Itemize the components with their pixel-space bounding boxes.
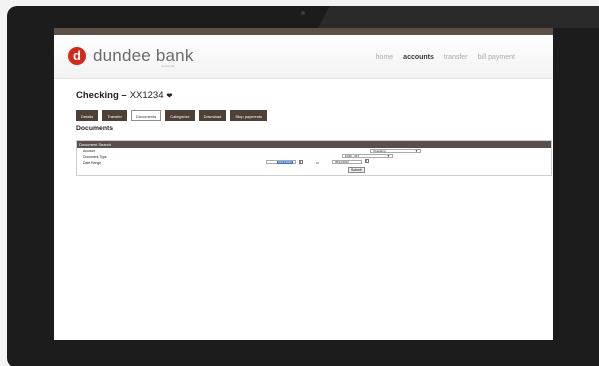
- main-content: Checking – XX1234 ❤ Details Transfer Doc…: [54, 90, 553, 176]
- account-select-value: Checking: [373, 149, 386, 153]
- calendar-icon[interactable]: [299, 160, 303, 164]
- account-select[interactable]: Checking ▼: [370, 149, 421, 153]
- nav-accounts[interactable]: accounts: [403, 54, 434, 61]
- brand-name[interactable]: dundee bank: [93, 46, 194, 66]
- screen-glare: [318, 6, 599, 28]
- date-to-input[interactable]: 05/11/2020: [332, 160, 362, 164]
- account-tabs: Details Transfer Documents Categorize Do…: [76, 110, 531, 121]
- tab-categorize[interactable]: Categorize: [165, 110, 195, 121]
- submit-button[interactable]: Submit: [348, 167, 365, 173]
- chevron-down-icon[interactable]: ❤: [167, 92, 173, 100]
- tab-transfer[interactable]: Transfer: [102, 110, 127, 121]
- document-type-select[interactable]: 1099 - INT ▼: [342, 154, 393, 158]
- main-nav: home accounts transfer bill payment: [376, 54, 515, 61]
- document-search-header: Document Search: [77, 141, 551, 148]
- date-from-input[interactable]: 04/11/2020: [266, 160, 296, 164]
- select-arrow-icon: ▼: [387, 154, 390, 158]
- nav-home[interactable]: home: [376, 54, 394, 61]
- nav-bill-payment[interactable]: bill payment: [478, 54, 515, 61]
- top-strip: [54, 28, 553, 35]
- select-arrow-icon: ▼: [415, 149, 418, 153]
- account-label: Account: [83, 149, 96, 153]
- tab-details[interactable]: Details: [76, 110, 99, 121]
- document-type-value: 1099 - INT: [345, 154, 360, 158]
- logo-icon[interactable]: d: [68, 47, 86, 65]
- calendar-icon[interactable]: [365, 159, 369, 163]
- document-search-panel: Document Search Account Checking ▼ Docum…: [76, 140, 552, 176]
- tab-documents[interactable]: Documents: [130, 110, 162, 121]
- page-title: Documents: [76, 125, 114, 132]
- tab-download[interactable]: Download: [198, 110, 227, 121]
- document-type-label: Document Type: [83, 155, 107, 159]
- site-header: d dundee bank member fdic home accounts …: [54, 35, 553, 79]
- submit-row: Submit: [77, 166, 551, 175]
- tab-stop-payments[interactable]: Stop payments: [230, 110, 268, 121]
- account-name: Checking –: [76, 90, 127, 101]
- date-from-value: 04/11/2020: [277, 160, 293, 164]
- date-range-label: Date Range: [83, 161, 102, 165]
- date-to-value: 05/11/2020: [335, 160, 349, 164]
- account-selector[interactable]: Checking – XX1234 ❤: [76, 90, 531, 101]
- browser-screen: d dundee bank member fdic home accounts …: [54, 28, 553, 340]
- account-number: XX1234: [129, 90, 164, 101]
- nav-transfer[interactable]: transfer: [444, 54, 468, 61]
- to-label: To: [316, 161, 320, 165]
- camera-icon: [301, 11, 305, 15]
- brand-tagline: member fdic: [161, 65, 175, 68]
